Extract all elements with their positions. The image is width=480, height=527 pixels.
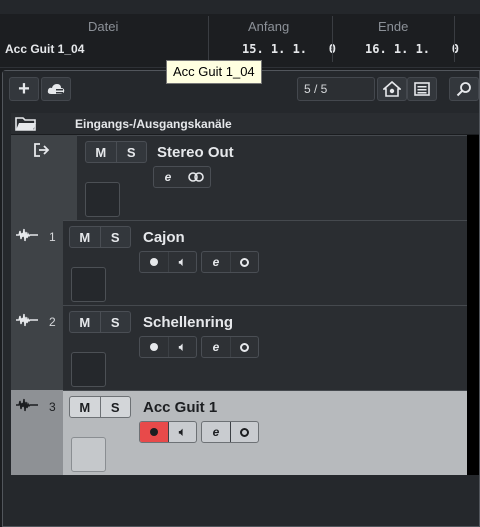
folder-icon [15, 117, 36, 131]
track-right-strip [467, 390, 479, 475]
solo-button[interactable]: S [100, 226, 131, 248]
mute-solo-group: M S [85, 141, 147, 163]
track-folder-indent [11, 135, 27, 220]
track-controls: 🔈︎ e [139, 251, 259, 273]
cloud-icon [47, 84, 65, 94]
track-body: M S Acc Guit 1 🔈︎ e [63, 390, 467, 475]
end-header: Ende [378, 19, 409, 34]
edit-group: e [201, 336, 259, 358]
info-line-top-strip [0, 0, 480, 14]
plus-icon: + [18, 77, 30, 100]
read-automation-icon[interactable] [230, 337, 258, 357]
mute-solo-group: M S [69, 396, 131, 418]
io-folder-header[interactable]: Eingangs-/Ausgangskanäle [11, 113, 479, 135]
record-enable-button-active[interactable] [140, 422, 168, 442]
track-type-strip: 3 [11, 390, 63, 475]
info-separator [332, 16, 333, 62]
search-button[interactable] [449, 77, 479, 101]
track-controls: 🔈︎ e [139, 421, 259, 443]
mute-button[interactable]: M [69, 396, 101, 418]
track-number: 3 [49, 400, 56, 414]
mute-solo-group: M S [69, 226, 131, 248]
track-stereo-out[interactable]: M S Stereo Out e [11, 135, 479, 220]
record-monitor-group: 🔈︎ [139, 336, 197, 358]
file-header: Datei [88, 19, 119, 34]
edit-channel-icon[interactable]: e [202, 252, 230, 272]
edit-group: e [153, 166, 211, 188]
solo-button[interactable]: S [116, 141, 147, 163]
start-value[interactable]: 15. 1. 1. 0 [242, 42, 336, 56]
add-track-button[interactable]: + [9, 77, 39, 101]
search-icon [456, 82, 471, 97]
record-monitor-group: 🔈︎ [139, 251, 197, 273]
io-folder-label: Eingangs-/Ausgangskanäle [75, 117, 232, 131]
track-color-box[interactable] [71, 352, 106, 387]
audio-waveform-icon [16, 398, 38, 412]
edit-channel-icon[interactable]: e [154, 167, 182, 187]
record-enable-button[interactable] [140, 337, 168, 357]
record-enable-button[interactable] [140, 252, 168, 272]
track-controls: e [153, 166, 211, 188]
tooltip: Acc Guit 1_04 [166, 60, 262, 84]
track-color-box[interactable] [71, 267, 106, 302]
track-acc-guit-1[interactable]: 3 M S Acc Guit 1 🔈︎ e [11, 390, 479, 475]
read-automation-icon[interactable] [230, 252, 258, 272]
cubase-project-window: Datei Acc Guit 1_04 Anfang 15. 1. 1. 0 E… [0, 0, 480, 527]
monitor-speaker-icon[interactable]: 🔈︎ [168, 252, 196, 272]
track-body: M S Stereo Out e [77, 135, 467, 220]
edit-group: e [201, 421, 259, 443]
edit-group: e [201, 251, 259, 273]
track-right-strip [467, 305, 479, 390]
track-type-strip: 1 [11, 220, 63, 305]
track-color-box[interactable] [71, 437, 106, 472]
track-name[interactable]: Stereo Out [157, 144, 234, 161]
track-counter: 5 / 5 [297, 77, 375, 101]
info-separator [208, 16, 209, 62]
mute-solo-group: M S [69, 311, 131, 333]
info-line: Datei Acc Guit 1_04 Anfang 15. 1. 1. 0 E… [0, 0, 480, 68]
track-color-box[interactable] [85, 182, 120, 217]
audio-waveform-icon [16, 313, 38, 327]
track-type-strip [27, 135, 77, 220]
track-right-strip [467, 135, 479, 220]
track-controls: 🔈︎ e [139, 336, 259, 358]
track-name[interactable]: Cajon [143, 229, 185, 246]
track-schellenring[interactable]: 2 M S Schellenring 🔈︎ e [11, 305, 479, 390]
track-name[interactable]: Schellenring [143, 314, 233, 331]
track-body: M S Cajon 🔈︎ e [63, 220, 467, 305]
track-body: M S Schellenring 🔈︎ e [63, 305, 467, 390]
track-list-panel: + 5 / 5 Eingangs-/Ausgangskanäle M S Ste… [2, 70, 480, 527]
mute-button[interactable]: M [85, 141, 117, 163]
info-separator [454, 16, 455, 62]
mute-button[interactable]: M [69, 311, 101, 333]
track-number: 1 [49, 230, 56, 244]
monitor-speaker-icon[interactable]: 🔈︎ [168, 422, 196, 442]
audio-waveform-icon [16, 228, 38, 242]
solo-button[interactable]: S [100, 396, 131, 418]
track-name[interactable]: Acc Guit 1 [143, 399, 217, 416]
track-cajon[interactable]: 1 M S Cajon 🔈︎ e [11, 220, 479, 305]
track-right-strip [467, 220, 479, 305]
record-monitor-group: 🔈︎ [139, 421, 197, 443]
solo-button[interactable]: S [100, 311, 131, 333]
monitor-speaker-icon[interactable]: 🔈︎ [168, 337, 196, 357]
read-automation-icon[interactable] [230, 422, 258, 442]
list-view-button[interactable] [407, 77, 437, 101]
list-icon [414, 82, 430, 96]
file-value[interactable]: Acc Guit 1_04 [5, 42, 84, 56]
track-presets-button[interactable] [41, 77, 71, 101]
visibility-agents-button[interactable] [377, 77, 407, 101]
track-type-strip: 2 [11, 305, 63, 390]
end-value[interactable]: 16. 1. 1. 0 [365, 42, 459, 56]
start-header: Anfang [248, 19, 290, 34]
edit-channel-icon[interactable]: e [202, 422, 230, 442]
stereo-link-icon[interactable] [182, 167, 210, 187]
edit-channel-icon[interactable]: e [202, 337, 230, 357]
home-icon [383, 81, 401, 97]
mute-button[interactable]: M [69, 226, 101, 248]
output-icon [34, 143, 50, 157]
track-number: 2 [49, 315, 56, 329]
